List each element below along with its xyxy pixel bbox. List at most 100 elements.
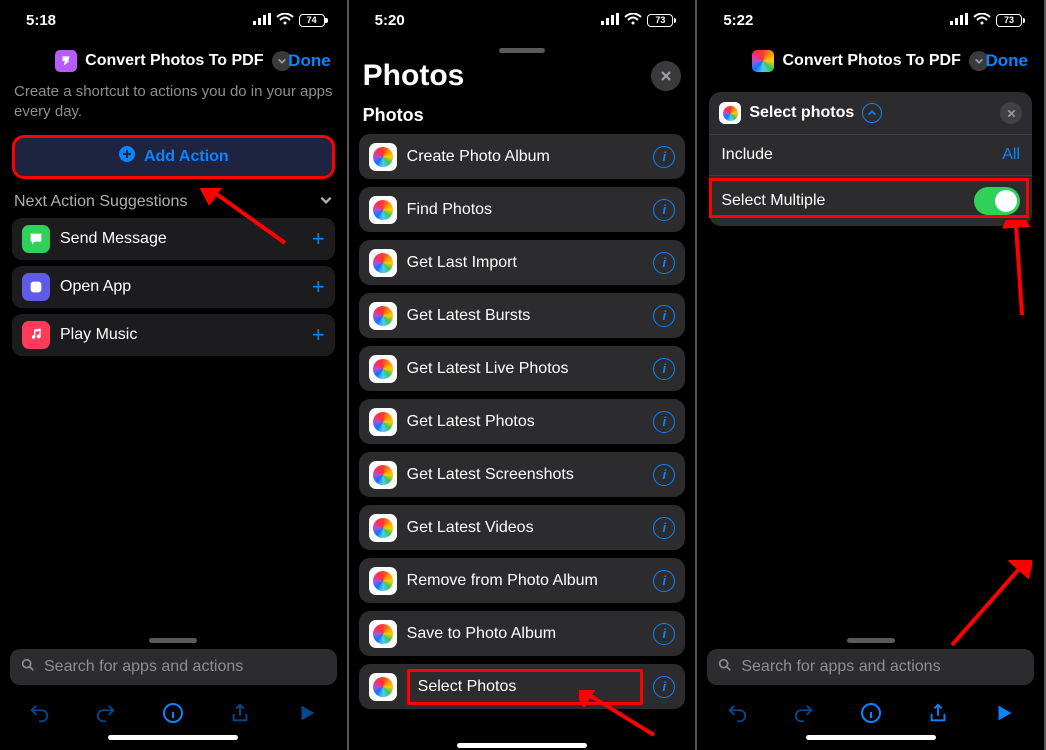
phone-left: 5:18 74 Convert Photos To PDF Done Creat… [0, 0, 349, 750]
info-icon[interactable]: i [653, 464, 675, 486]
photos-icon [369, 143, 397, 171]
action-row[interactable]: Get Last Import i [359, 240, 686, 285]
info-icon[interactable]: i [653, 623, 675, 645]
photos-icon [369, 196, 397, 224]
sheet-title: Photos [363, 59, 465, 93]
annotation-arrow [1000, 220, 1040, 320]
chevron-up-circle-icon[interactable] [862, 103, 882, 123]
add-action-button[interactable]: Add Action [12, 135, 335, 179]
grabber[interactable] [149, 638, 197, 643]
bottom-bar: Search for apps and actions [0, 632, 347, 750]
music-icon [22, 321, 50, 349]
undo-button[interactable] [22, 699, 56, 727]
action-label: Get Latest Photos [407, 413, 644, 431]
info-icon[interactable]: i [653, 676, 675, 698]
status-time: 5:20 [375, 12, 405, 29]
done-button[interactable]: Done [288, 51, 331, 71]
wifi-icon [276, 12, 294, 29]
info-icon[interactable]: i [653, 252, 675, 274]
action-label: Get Last Import [407, 254, 644, 272]
play-button[interactable] [290, 699, 324, 727]
undo-button[interactable] [720, 699, 754, 727]
play-button[interactable] [987, 699, 1021, 727]
phone-right: 5:22 73 Convert Photos To PDF Done Selec… [697, 0, 1046, 750]
status-time: 5:22 [723, 12, 753, 29]
status-icons: 74 [253, 12, 325, 29]
photos-icon [719, 102, 741, 124]
share-button[interactable] [223, 699, 257, 727]
close-button[interactable] [651, 61, 681, 91]
action-row[interactable]: Get Latest Screenshotsi [359, 452, 686, 497]
status-bar: 5:22 73 [697, 0, 1044, 40]
info-icon[interactable]: i [653, 199, 675, 221]
action-label: Get Latest Videos [407, 519, 644, 537]
include-row[interactable]: Include All [709, 135, 1032, 176]
info-button[interactable] [854, 699, 888, 727]
redo-button[interactable] [89, 699, 123, 727]
signal-icon [601, 12, 619, 29]
action-row[interactable]: Get Latest Videos i [359, 505, 686, 550]
action-label: Save to Photo Album [407, 625, 644, 643]
photos-icon [369, 302, 397, 330]
battery-icon: 73 [647, 14, 673, 27]
shortcut-title[interactable]: Convert Photos To PDF [752, 50, 988, 72]
info-icon[interactable]: i [653, 517, 675, 539]
suggestion-open-app[interactable]: Open App + [12, 266, 335, 308]
action-list[interactable]: Create Photo AlbumiFind PhotosiGet Last … [349, 134, 696, 717]
plus-icon[interactable]: + [312, 226, 325, 252]
done-button[interactable]: Done [986, 51, 1029, 71]
suggestion-play-music[interactable]: Play Music + [12, 314, 335, 356]
action-card: Select photos Include All Select Multipl… [709, 92, 1032, 226]
select-multiple-toggle[interactable] [974, 187, 1020, 215]
action-row[interactable]: Create Photo Albumi [359, 134, 686, 179]
info-icon[interactable]: i [653, 411, 675, 433]
status-bar: 5:20 73 [349, 0, 696, 40]
info-button[interactable] [156, 699, 190, 727]
phone-middle: 5:20 73 Photos Photos Create Photo Album… [349, 0, 698, 750]
action-label: Remove from Photo Album [407, 572, 644, 590]
info-icon[interactable]: i [653, 146, 675, 168]
action-row[interactable]: Remove from Photo Album i [359, 558, 686, 603]
photos-icon [369, 514, 397, 542]
toolbar [697, 689, 1044, 731]
shortcut-title[interactable]: Convert Photos To PDF [55, 50, 291, 72]
search-input[interactable]: Search for apps and actions [10, 649, 337, 685]
signal-icon [950, 12, 968, 29]
share-button[interactable] [921, 699, 955, 727]
search-input[interactable]: Search for apps and actions [707, 649, 1034, 685]
suggestion-send-message[interactable]: Send Message + [12, 218, 335, 260]
info-icon[interactable]: i [653, 305, 675, 327]
suggestions-heading[interactable]: Next Action Suggestions [0, 183, 347, 218]
shortcut-title-label: Convert Photos To PDF [782, 52, 960, 70]
grabber[interactable] [499, 48, 545, 53]
action-row[interactable]: Save to Photo Album i [359, 611, 686, 656]
photos-icon [369, 620, 397, 648]
info-icon[interactable]: i [653, 570, 675, 592]
action-row[interactable]: Get Latest Bursts i [359, 293, 686, 338]
action-label: Find Photos [407, 201, 644, 219]
status-time: 5:18 [26, 12, 56, 29]
action-label: Get Latest Bursts [407, 307, 644, 325]
message-icon [22, 225, 50, 253]
redo-button[interactable] [787, 699, 821, 727]
plus-icon[interactable]: + [312, 274, 325, 300]
search-icon [717, 657, 733, 678]
home-indicator[interactable] [457, 743, 587, 748]
home-indicator[interactable] [108, 735, 238, 740]
photos-icon [369, 355, 397, 383]
home-indicator[interactable] [806, 735, 936, 740]
card-header[interactable]: Select photos [709, 92, 1032, 135]
plus-circle-icon [118, 145, 136, 168]
action-row[interactable]: Get Latest Live Photosi [359, 346, 686, 391]
include-value[interactable]: All [1002, 146, 1020, 164]
info-icon[interactable]: i [653, 358, 675, 380]
action-label: Select Photos [407, 669, 644, 705]
shortcut-title-label: Convert Photos To PDF [85, 52, 263, 70]
grabber[interactable] [847, 638, 895, 643]
status-icons: 73 [950, 12, 1022, 29]
action-row[interactable]: Get Latest Photos i [359, 399, 686, 444]
action-row[interactable]: Find Photos i [359, 187, 686, 232]
action-row[interactable]: Select Photos i [359, 664, 686, 709]
remove-action-button[interactable] [1000, 102, 1022, 124]
plus-icon[interactable]: + [312, 322, 325, 348]
